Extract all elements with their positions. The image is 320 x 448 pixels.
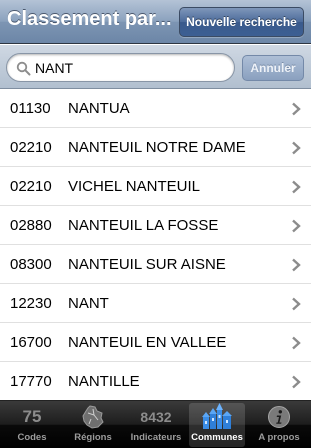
new-search-button[interactable]: Nouvelle recherche xyxy=(179,7,304,37)
postal-code: 12230 xyxy=(10,295,52,312)
chevron-right-icon xyxy=(292,219,301,233)
tab-communes[interactable]: Communes xyxy=(189,403,245,447)
results-list: 01130 NANTUA 02210 NANTEUIL NOTRE DAME 0… xyxy=(0,89,311,400)
list-item[interactable]: 12230 NANT xyxy=(0,284,311,323)
list-item[interactable]: 01130 NANTUA xyxy=(0,89,311,128)
postal-code: 01130 xyxy=(10,100,51,117)
list-item[interactable]: 02880 NANTEUIL LA FOSSE xyxy=(0,206,311,245)
codes-count-badge: 75 xyxy=(22,407,42,426)
chevron-right-icon xyxy=(292,375,301,389)
tab-regions[interactable]: Régions xyxy=(65,403,121,447)
commune-name: VICHEL NANTEUIL xyxy=(68,178,200,195)
commune-name: NANTEUIL LA FOSSE xyxy=(68,217,219,234)
list-item[interactable]: 02210 VICHEL NANTEUIL xyxy=(0,167,311,206)
cancel-button[interactable]: Annuler xyxy=(242,55,304,81)
tab-label: Régions xyxy=(74,432,112,443)
search-icon xyxy=(16,61,31,76)
search-query: NANT xyxy=(35,60,74,76)
chevron-right-icon xyxy=(292,102,301,116)
chevron-right-icon xyxy=(292,336,301,350)
tab-label: A propos xyxy=(258,432,300,443)
commune-name: NANT xyxy=(68,295,109,312)
postal-code: 02210 xyxy=(10,139,52,156)
list-item[interactable]: 08300 NANTEUIL SUR AISNE xyxy=(0,245,311,284)
tab-label: Codes xyxy=(17,432,47,443)
list-item[interactable]: 16700 NANTEUIL EN VALLEE xyxy=(0,323,311,362)
page-title: Classement par... xyxy=(7,8,172,30)
chevron-right-icon xyxy=(292,180,301,194)
chevron-right-icon xyxy=(292,258,301,272)
tab-a-propos[interactable]: A propos xyxy=(251,403,307,447)
search-bar: NANT Annuler xyxy=(0,45,311,89)
tab-indicateurs[interactable]: 8432 Indicateurs xyxy=(128,403,184,447)
tab-label: Communes xyxy=(191,432,243,443)
indicators-count-badge: 8432 xyxy=(140,409,172,425)
commune-name: NANTUA xyxy=(68,100,130,117)
info-icon xyxy=(268,406,290,428)
tab-bar: 75 Codes Régions 8432 Indicateurs Commun… xyxy=(0,400,311,448)
chevron-right-icon xyxy=(292,297,301,311)
chevron-right-icon xyxy=(292,141,301,155)
list-item[interactable]: 02210 NANTEUIL NOTRE DAME xyxy=(0,128,311,167)
postal-code: 16700 xyxy=(10,334,52,351)
commune-name: NANTEUIL EN VALLEE xyxy=(68,334,227,351)
tab-label: Indicateurs xyxy=(130,432,182,443)
map-icon xyxy=(82,405,104,429)
town-icon xyxy=(202,403,232,429)
navigation-bar: Classement par... Nouvelle recherche xyxy=(0,0,311,44)
commune-name: NANTEUIL NOTRE DAME xyxy=(68,139,246,156)
postal-code: 08300 xyxy=(10,256,52,273)
commune-name: NANTEUIL SUR AISNE xyxy=(68,256,226,273)
list-item[interactable]: 17770 NANTILLE xyxy=(0,362,311,400)
tab-codes[interactable]: 75 Codes xyxy=(4,403,60,447)
commune-name: NANTILLE xyxy=(68,373,140,390)
postal-code: 17770 xyxy=(10,373,52,390)
postal-code: 02880 xyxy=(10,217,52,234)
search-input[interactable]: NANT xyxy=(6,53,235,82)
postal-code: 02210 xyxy=(10,178,52,195)
